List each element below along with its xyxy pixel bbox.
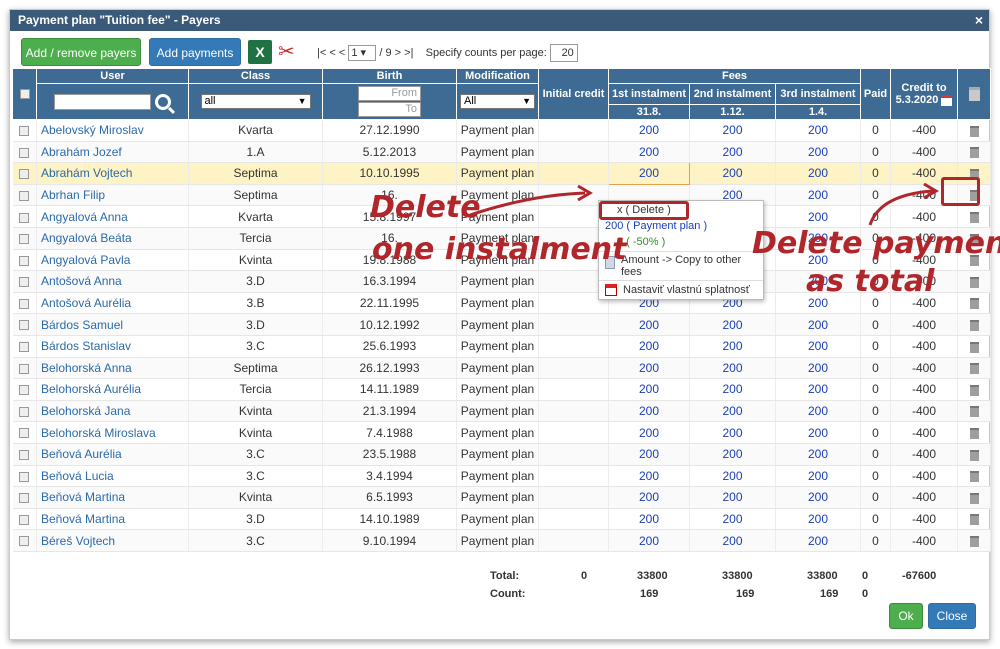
credit-total: -67600 — [902, 570, 937, 582]
paid-count: 0 — [862, 588, 869, 600]
fee2-total: 33800 — [722, 570, 753, 582]
fee1-count: 169 — [640, 588, 659, 600]
ok-button[interactable]: Ok — [889, 603, 923, 629]
init-total: 0 — [581, 570, 588, 582]
annotation-as-total: as total — [806, 264, 935, 299]
count-label: Count: — [490, 588, 526, 600]
paid-total: 0 — [862, 570, 869, 582]
fee3-total: 33800 — [807, 570, 838, 582]
total-label: Total: — [490, 570, 520, 582]
annotation-delete: Delete — [370, 190, 481, 225]
arrow-to-fee — [469, 191, 586, 217]
annotation-delete-payment: Delete payment — [752, 226, 1000, 261]
close-button[interactable]: Close — [928, 603, 976, 629]
arrow-to-trash — [868, 189, 933, 226]
fee2-count: 169 — [736, 588, 755, 600]
annotation-arrows — [469, 182, 939, 226]
annotation-one-instalment: one instalment — [372, 232, 627, 267]
fee3-count: 169 — [820, 588, 839, 600]
fee1-total: 33800 — [637, 570, 668, 582]
